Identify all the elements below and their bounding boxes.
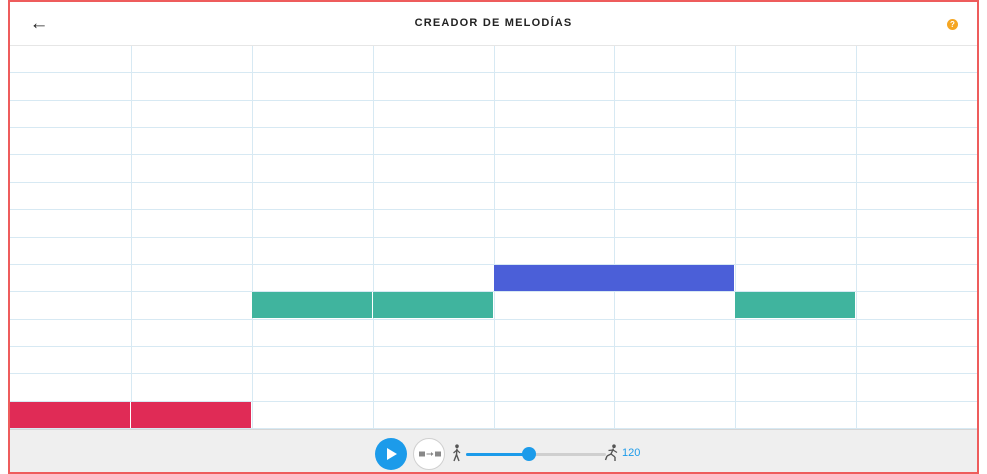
grid-column-line bbox=[252, 46, 253, 429]
grid-column-line bbox=[494, 46, 495, 429]
melody-grid[interactable] bbox=[10, 46, 977, 429]
app-frame: ← CREADOR DE MELODÍAS ? 120 bbox=[8, 0, 979, 474]
grid-column-line bbox=[131, 46, 132, 429]
question-icon: ? bbox=[950, 20, 955, 29]
tempo-value: 120 bbox=[622, 447, 641, 459]
control-bar: 120 bbox=[10, 429, 977, 472]
melody-note[interactable] bbox=[10, 402, 130, 428]
arpeggio-icon bbox=[419, 451, 441, 457]
melody-note[interactable] bbox=[735, 292, 855, 318]
melody-note[interactable] bbox=[614, 265, 734, 291]
arpeggio-toggle-button[interactable] bbox=[413, 438, 445, 470]
tempo-slider[interactable] bbox=[466, 447, 606, 461]
melody-note[interactable] bbox=[494, 265, 614, 291]
help-button[interactable]: ? bbox=[947, 19, 958, 30]
page-title: CREADOR DE MELODÍAS bbox=[414, 17, 573, 29]
grid-column-line bbox=[373, 46, 374, 429]
header: ← CREADOR DE MELODÍAS ? bbox=[10, 2, 977, 46]
walking-person-icon bbox=[453, 444, 461, 462]
tempo-slider-fill bbox=[466, 453, 529, 456]
play-button[interactable] bbox=[375, 438, 407, 470]
melody-note[interactable] bbox=[252, 292, 372, 318]
grid-column-line bbox=[614, 46, 615, 429]
tempo-slider-thumb[interactable] bbox=[522, 447, 536, 461]
play-icon bbox=[387, 448, 397, 460]
melody-note[interactable] bbox=[131, 402, 251, 428]
melody-note[interactable] bbox=[373, 292, 493, 318]
grid-column-line bbox=[735, 46, 736, 429]
running-person-icon bbox=[604, 444, 618, 461]
grid-column-line bbox=[856, 46, 857, 429]
